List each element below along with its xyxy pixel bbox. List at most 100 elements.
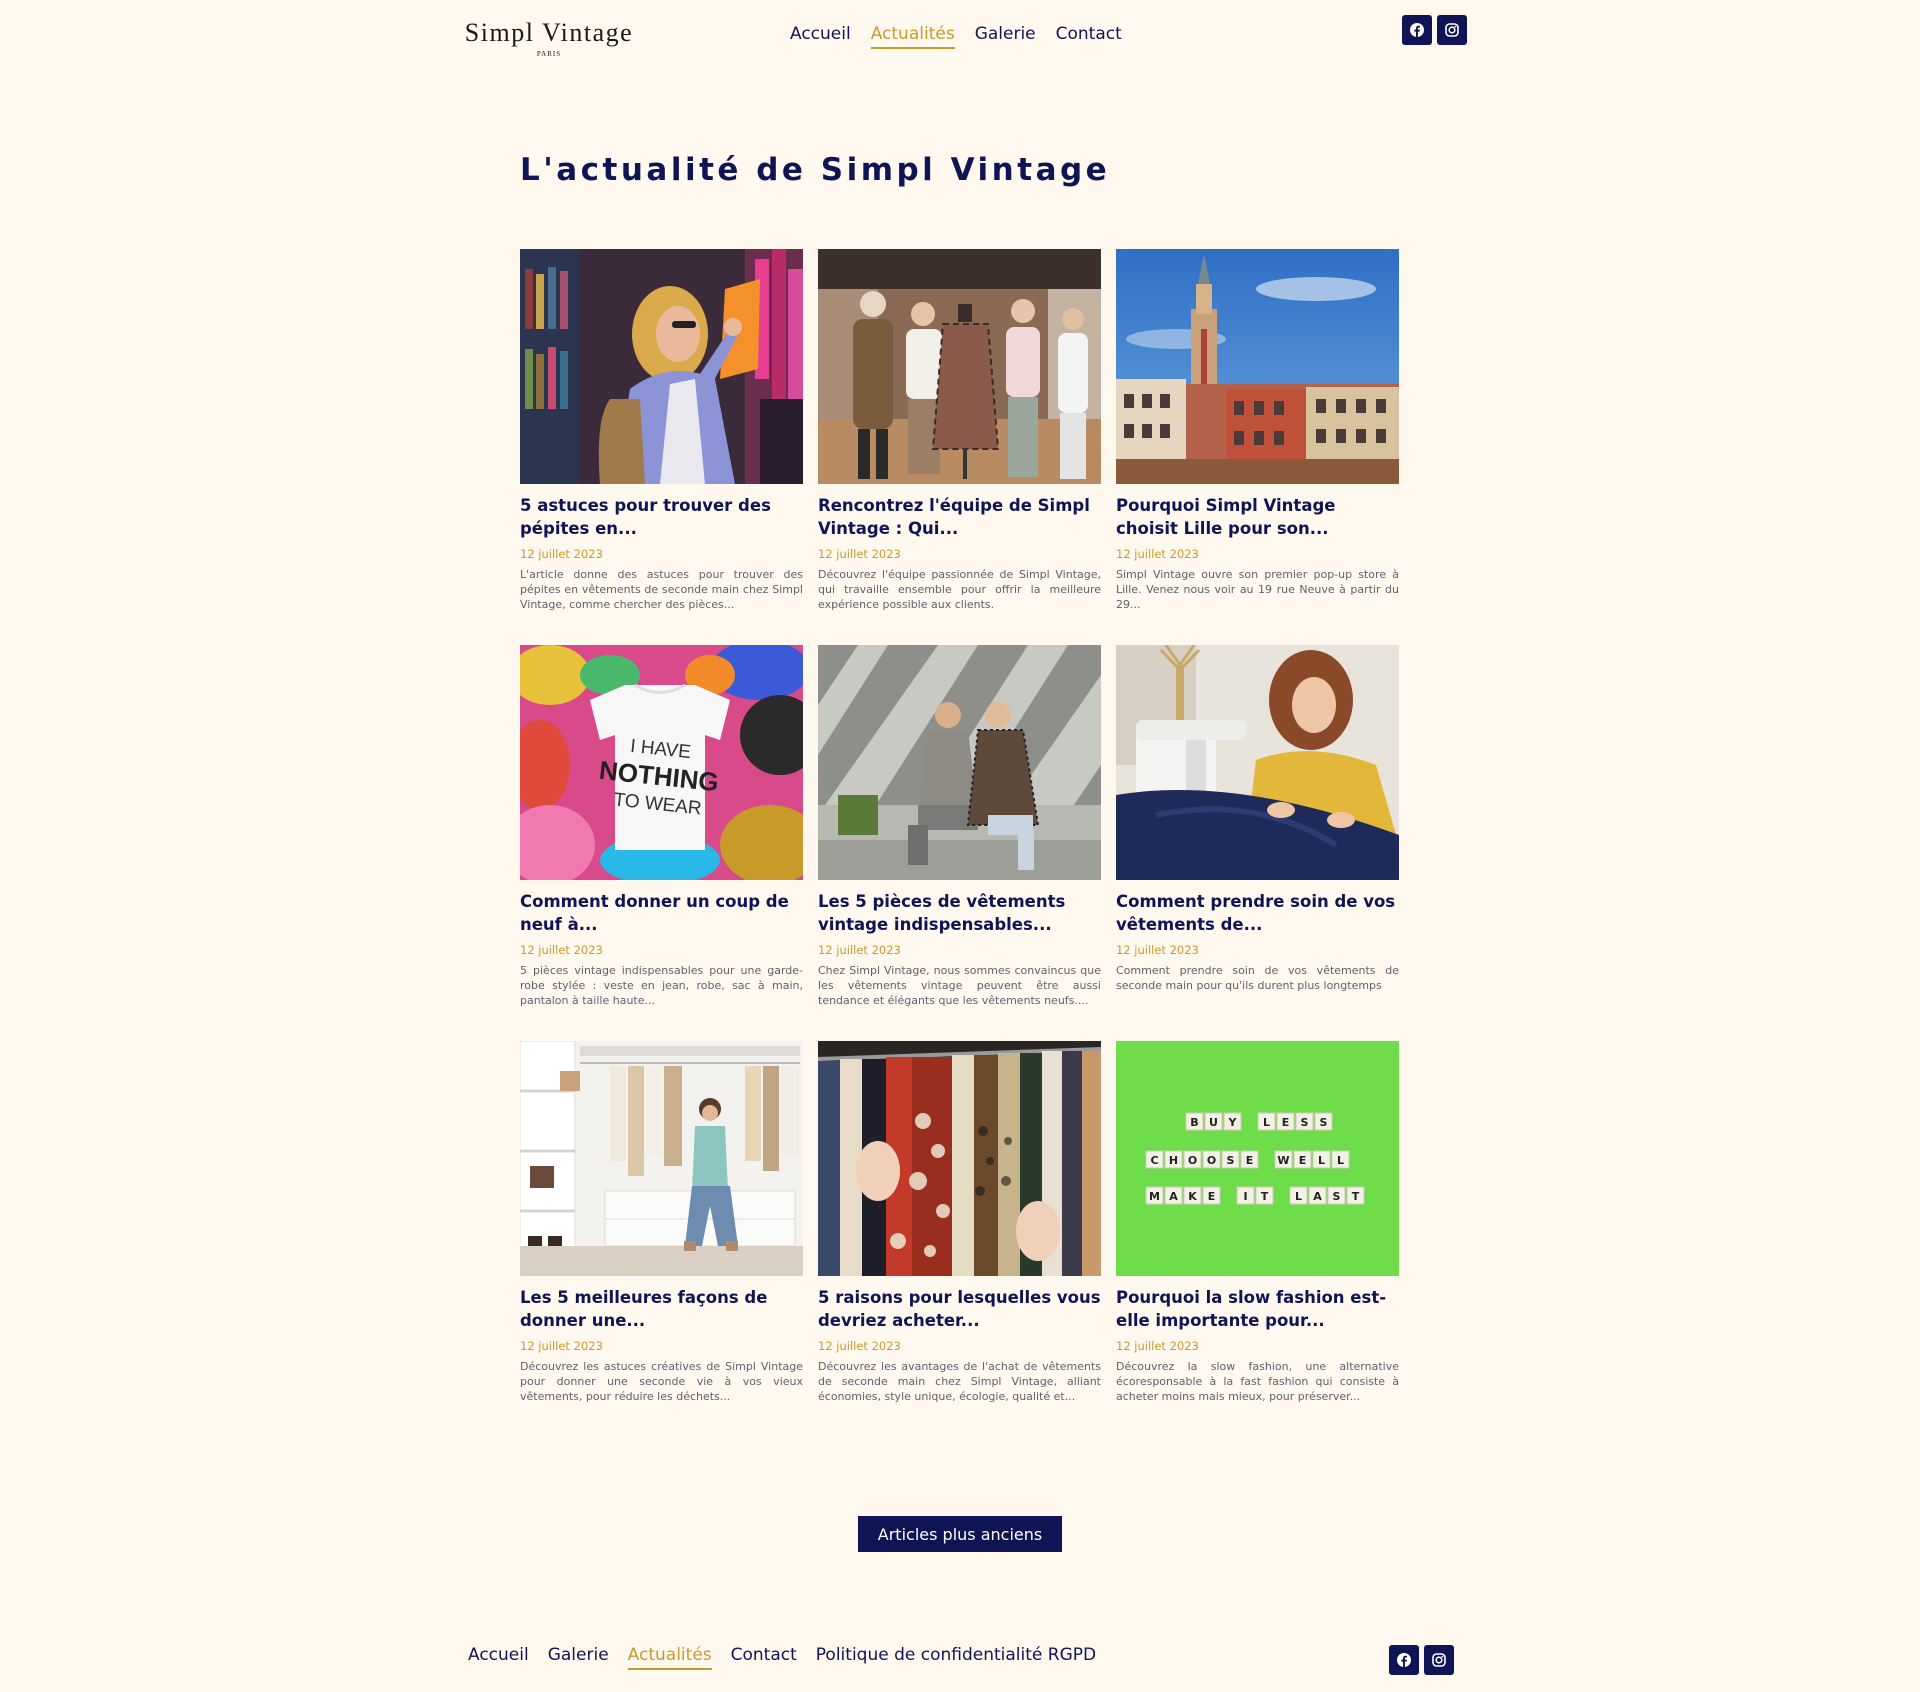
facebook-button[interactable] bbox=[1389, 1645, 1419, 1675]
article-title[interactable]: Comment donner un coup de neuf à... bbox=[520, 890, 803, 936]
scrabble-tile-letter: H bbox=[1169, 1154, 1178, 1167]
two-women-sitting-photo bbox=[818, 645, 1101, 880]
scrabble-tiles-photo: BUYLESS CHOOSEWELL MAKEITLAST bbox=[1116, 1041, 1399, 1276]
scrabble-tile-letter: E bbox=[1208, 1190, 1216, 1203]
instagram-button[interactable] bbox=[1437, 15, 1467, 45]
article-image-thrift-shopping[interactable] bbox=[520, 249, 803, 484]
nav-item-contact[interactable]: Contact bbox=[1056, 24, 1122, 49]
article-card[interactable]: 5 astuces pour trouver des pépites en...… bbox=[520, 249, 803, 645]
scrabble-tile-letter: B bbox=[1190, 1116, 1198, 1129]
article-date: 12 juillet 2023 bbox=[1116, 1339, 1199, 1353]
instagram-icon bbox=[1445, 23, 1459, 37]
footer-item-contact[interactable]: Contact bbox=[731, 1645, 797, 1670]
article-image-team[interactable] bbox=[818, 249, 1101, 484]
article-title[interactable]: 5 raisons pour lesquelles vous devriez a… bbox=[818, 1286, 1101, 1332]
footer-item-galerie[interactable]: Galerie bbox=[548, 1645, 609, 1670]
article-title[interactable]: Les 5 pièces de vêtements vintage indisp… bbox=[818, 890, 1101, 936]
facebook-button[interactable] bbox=[1402, 15, 1432, 45]
article-date: 12 juillet 2023 bbox=[818, 1339, 901, 1353]
scrabble-tile-letter: O bbox=[1207, 1154, 1216, 1167]
page-title: L'actualité de Simpl Vintage bbox=[520, 152, 1111, 188]
article-title[interactable]: Rencontrez l'équipe de Simpl Vintage : Q… bbox=[818, 494, 1101, 540]
article-image-slow-fashion[interactable]: BUYLESS CHOOSEWELL MAKEITLAST bbox=[1116, 1041, 1399, 1276]
article-image-sewing[interactable] bbox=[1116, 645, 1399, 880]
scrabble-tile-letter: T bbox=[1261, 1190, 1269, 1203]
article-excerpt: Découvrez la slow fashion, une alternati… bbox=[1116, 1360, 1399, 1403]
article-title[interactable]: 5 astuces pour trouver des pépites en... bbox=[520, 494, 803, 540]
logo[interactable]: Simpl Vintage PARIS bbox=[464, 18, 634, 62]
scrabble-tile-letter: E bbox=[1299, 1154, 1307, 1167]
article-date: 12 juillet 2023 bbox=[520, 1339, 603, 1353]
scrabble-tile-letter: S bbox=[1333, 1190, 1341, 1203]
article-image-vintage-pieces[interactable] bbox=[818, 645, 1101, 880]
scrabble-tile-letter: U bbox=[1209, 1116, 1218, 1129]
article-title[interactable]: Pourquoi la slow fashion est-elle import… bbox=[1116, 1286, 1399, 1332]
nav-item-accueil[interactable]: Accueil bbox=[790, 24, 851, 49]
article-card[interactable]: BUYLESS CHOOSEWELL MAKEITLAST Pourquoi l… bbox=[1116, 1041, 1399, 1437]
footer-item-accueil[interactable]: Accueil bbox=[468, 1645, 529, 1670]
tiles-row-buy-less: BUYLESS bbox=[1185, 1112, 1333, 1131]
wardrobe-photo bbox=[520, 1041, 803, 1276]
clothes-pile-photo: I HAVE NOTHING TO WEAR bbox=[520, 645, 803, 880]
article-card[interactable]: 5 raisons pour lesquelles vous devriez a… bbox=[818, 1041, 1101, 1437]
scrabble-tile-letter: L bbox=[1337, 1154, 1344, 1167]
article-title[interactable]: Les 5 meilleures façons de donner une... bbox=[520, 1286, 803, 1332]
articles-grid: 5 astuces pour trouver des pépites en...… bbox=[520, 249, 1399, 1437]
article-date: 12 juillet 2023 bbox=[818, 547, 901, 561]
article-date: 12 juillet 2023 bbox=[1116, 943, 1199, 957]
nav-item-actualites[interactable]: Actualités bbox=[870, 24, 955, 49]
scrabble-tile-letter: W bbox=[1277, 1154, 1289, 1167]
logo-text: Simpl Vintage bbox=[464, 18, 634, 47]
scrabble-tile-letter: S bbox=[1320, 1116, 1328, 1129]
header-social-links bbox=[1402, 15, 1467, 45]
scrabble-tile-letter: E bbox=[1246, 1154, 1254, 1167]
article-image-wardrobe[interactable] bbox=[520, 1041, 803, 1276]
scrabble-tile-letter: M bbox=[1149, 1190, 1160, 1203]
lille-belfry-photo bbox=[1116, 249, 1399, 484]
nav-item-galerie[interactable]: Galerie bbox=[975, 24, 1036, 49]
scrabble-tile-letter: A bbox=[1169, 1190, 1178, 1203]
scrabble-tile-letter: L bbox=[1263, 1116, 1270, 1129]
scrabble-tile-letter: Y bbox=[1228, 1116, 1238, 1129]
article-date: 12 juillet 2023 bbox=[520, 547, 603, 561]
article-excerpt: Comment prendre soin de vos vêtements de… bbox=[1116, 964, 1399, 992]
scrabble-tile-letter: I bbox=[1243, 1190, 1247, 1203]
article-image-clothes-pile[interactable]: I HAVE NOTHING TO WEAR bbox=[520, 645, 803, 880]
article-title[interactable]: Comment prendre soin de vos vêtements de… bbox=[1116, 890, 1399, 936]
facebook-icon bbox=[1410, 23, 1424, 37]
scrabble-tile-letter: O bbox=[1188, 1154, 1197, 1167]
logo-subtitle: PARIS bbox=[536, 50, 562, 58]
main-nav: Accueil Actualités Galerie Contact bbox=[790, 24, 1122, 49]
footer-item-actualites[interactable]: Actualités bbox=[627, 1645, 712, 1670]
article-excerpt: Découvrez les avantages de l'achat de vê… bbox=[818, 1360, 1101, 1403]
thrift-shopper-photo bbox=[520, 249, 803, 484]
scrabble-tile-letter: L bbox=[1295, 1190, 1302, 1203]
instagram-button[interactable] bbox=[1424, 1645, 1454, 1675]
article-excerpt: Découvrez les astuces créatives de Simpl… bbox=[520, 1360, 803, 1403]
article-date: 12 juillet 2023 bbox=[520, 943, 603, 957]
article-card[interactable]: Comment prendre soin de vos vêtements de… bbox=[1116, 645, 1399, 1041]
article-title[interactable]: Pourquoi Simpl Vintage choisit Lille pou… bbox=[1116, 494, 1399, 540]
footer-social-links bbox=[1389, 1645, 1454, 1675]
scrabble-tile-letter: L bbox=[1318, 1154, 1325, 1167]
scrabble-tile-letter: T bbox=[1352, 1190, 1360, 1203]
scrabble-tile-letter: A bbox=[1313, 1190, 1322, 1203]
article-excerpt: Simpl Vintage ouvre son premier pop-up s… bbox=[1116, 568, 1399, 611]
sewing-woman-photo bbox=[1116, 645, 1399, 880]
article-card[interactable]: Les 5 meilleures façons de donner une...… bbox=[520, 1041, 803, 1437]
article-image-clothing-rack[interactable] bbox=[818, 1041, 1101, 1276]
team-photo bbox=[818, 249, 1101, 484]
scrabble-tile-letter: K bbox=[1188, 1190, 1197, 1203]
scrabble-tile-letter: E bbox=[1282, 1116, 1290, 1129]
clothing-rack-photo bbox=[818, 1041, 1101, 1276]
footer-item-privacy-policy[interactable]: Politique de confidentialité RGPD bbox=[816, 1645, 1096, 1670]
article-excerpt: 5 pièces vintage indispensables pour une… bbox=[520, 964, 803, 1007]
article-card[interactable]: Pourquoi Simpl Vintage choisit Lille pou… bbox=[1116, 249, 1399, 645]
article-image-lille[interactable] bbox=[1116, 249, 1399, 484]
article-excerpt: L'article donne des astuces pour trouver… bbox=[520, 568, 803, 611]
article-card[interactable]: Les 5 pièces de vêtements vintage indisp… bbox=[818, 645, 1101, 1041]
scrabble-tile-letter: S bbox=[1301, 1116, 1309, 1129]
article-card[interactable]: Rencontrez l'équipe de Simpl Vintage : Q… bbox=[818, 249, 1101, 645]
older-articles-button[interactable]: Articles plus anciens bbox=[858, 1516, 1062, 1552]
article-card[interactable]: I HAVE NOTHING TO WEAR Comment donner un… bbox=[520, 645, 803, 1041]
